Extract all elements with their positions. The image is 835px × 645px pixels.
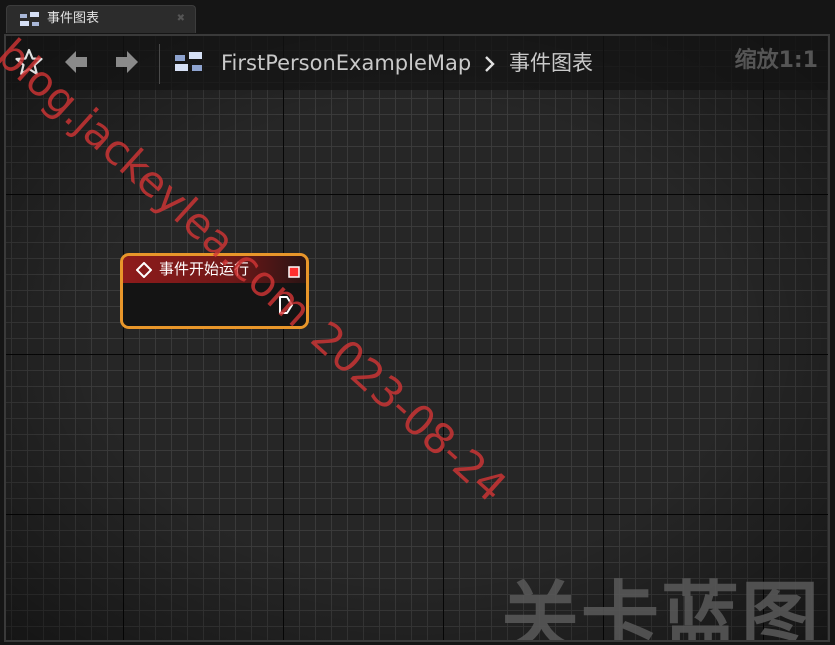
forward-arrow-icon	[112, 51, 142, 82]
tab-event-graph[interactable]: 事件图表 ✖	[6, 5, 196, 33]
tab-label: 事件图表	[47, 11, 100, 26]
forward-button[interactable]	[112, 46, 142, 78]
blueprint-editor-window: 事件图表 ✖ FirstPersonExampleMap 事件图表 缩放1:1 …	[0, 0, 835, 645]
event-graph-icon	[19, 12, 41, 28]
tab-strip: 事件图表 ✖	[0, 0, 835, 36]
close-icon[interactable]: ✖	[177, 11, 185, 27]
event-graph-icon	[174, 52, 204, 74]
event-diamond-icon	[135, 261, 153, 279]
graph-toolbar: FirstPersonExampleMap 事件图表 缩放1:1	[6, 36, 828, 90]
chevron-right-icon	[484, 55, 496, 73]
toolbar-separator	[159, 44, 160, 84]
zoom-level: 缩放1:1	[734, 48, 818, 73]
breadcrumb-root[interactable]: FirstPersonExampleMap	[221, 50, 471, 76]
breadcrumb-current: 事件图表	[509, 51, 593, 75]
graph-type-watermark: 关卡蓝图	[501, 574, 822, 642]
